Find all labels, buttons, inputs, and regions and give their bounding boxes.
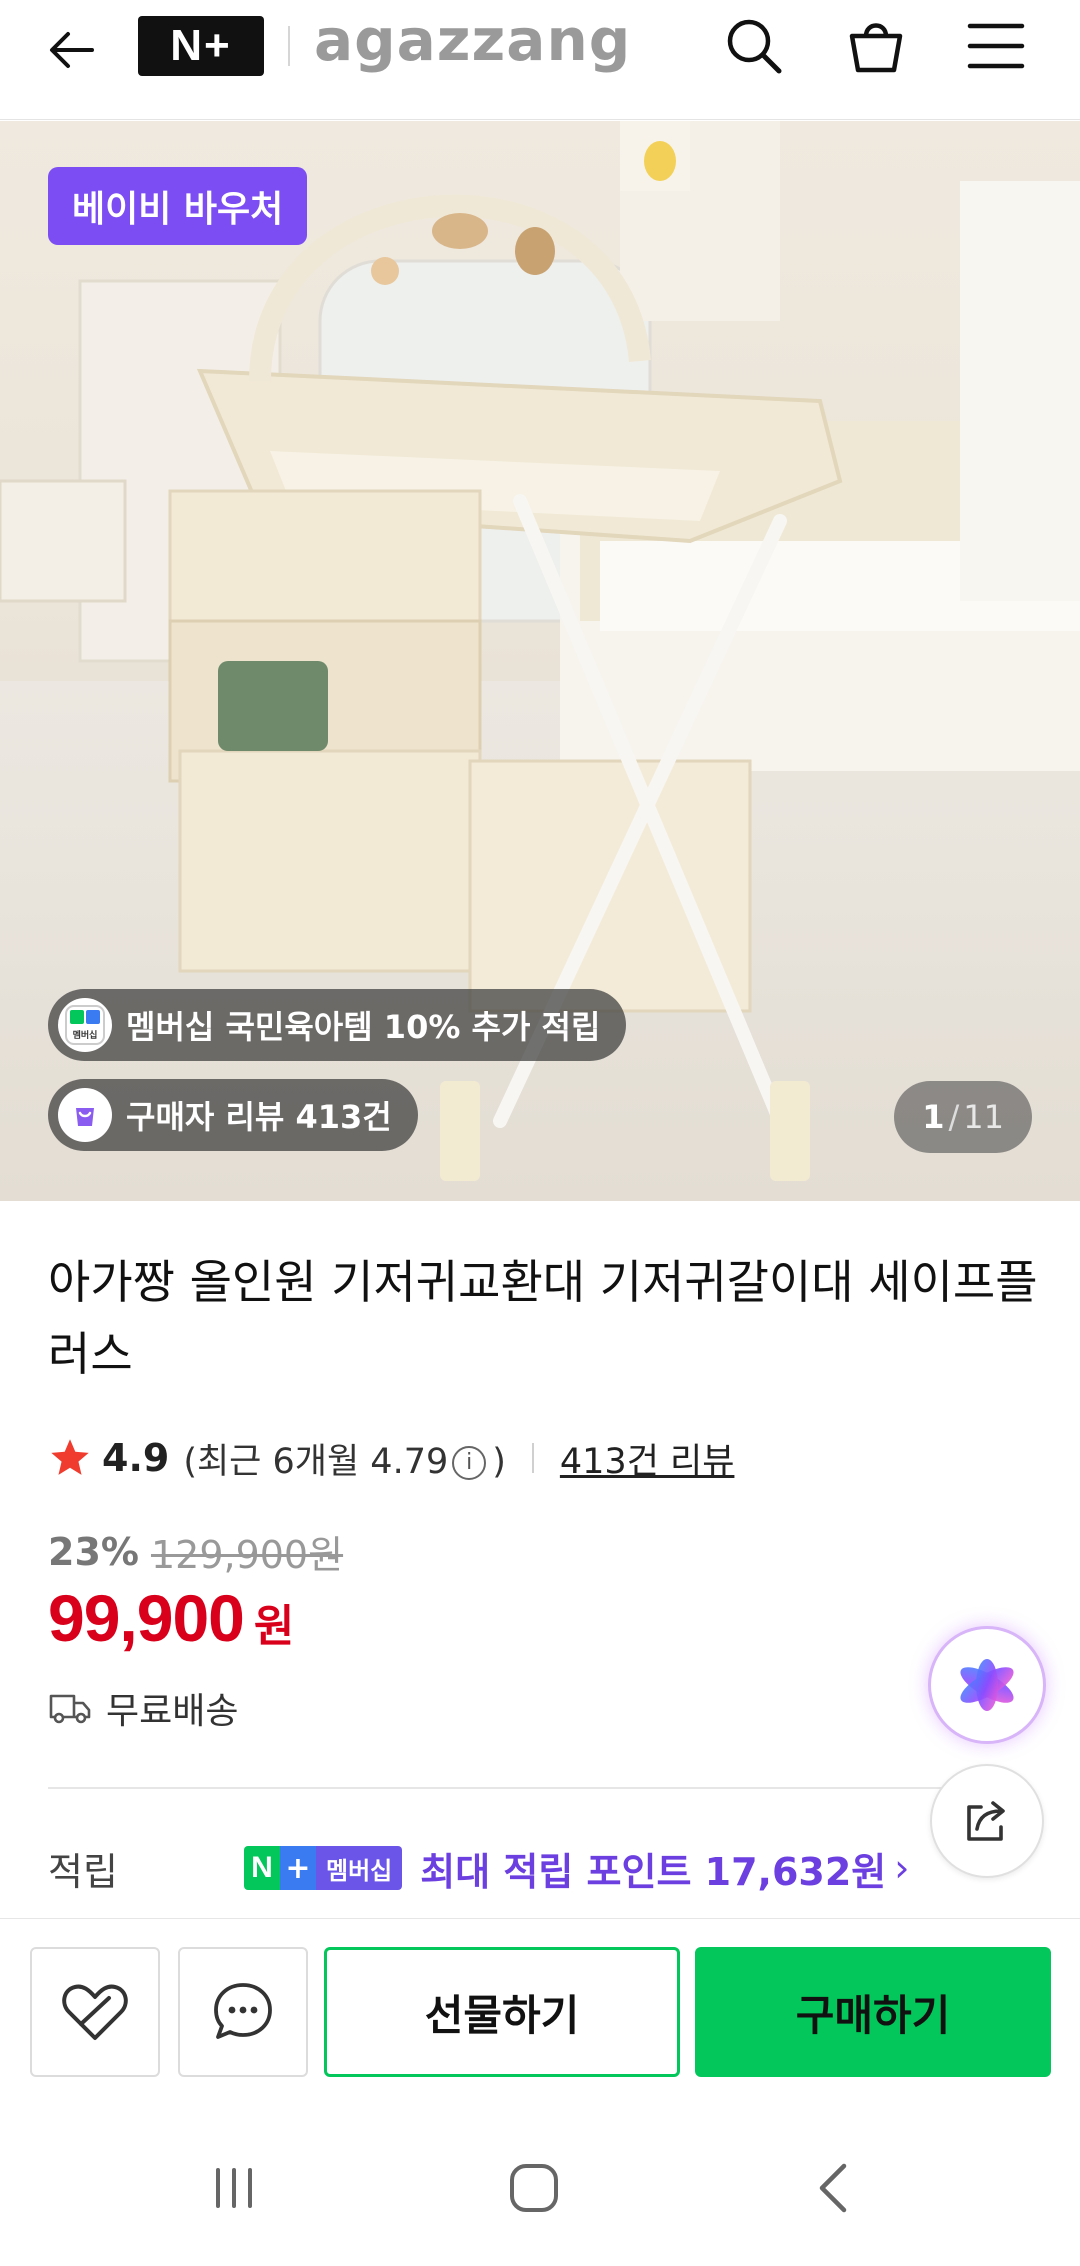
membership-icon: 멤버십 [58, 998, 112, 1052]
cart-button[interactable] [840, 10, 912, 82]
membership-points-pill[interactable]: 멤버십 멤버십 국민육아템 10% 추가 적립 [48, 989, 627, 1061]
bottom-action-bar: 선물하기 구매하기 [0, 1918, 1080, 2100]
search-icon [727, 19, 782, 74]
recent-apps-button[interactable] [194, 2148, 274, 2228]
star-icon [51, 1439, 89, 1475]
product-image-carousel[interactable]: 베이비 바우처 멤버십 멤버십 국민육아템 10% 추가 적립 구매자 리뷰 4… [0, 121, 1080, 1201]
system-navigation-bar [0, 2100, 1080, 2266]
svg-text:멤버십: 멤버십 [73, 1029, 98, 1041]
chat-inquiry-button[interactable] [178, 1947, 308, 2077]
top-header: N+ agazzang [0, 0, 1080, 120]
system-back-button[interactable] [796, 2148, 876, 2228]
sale-price: 99,900 원 [48, 1580, 294, 1656]
rating-score: 4.9 [102, 1436, 170, 1480]
chevron-right-icon: › [894, 1846, 910, 1890]
share-button[interactable] [930, 1764, 1044, 1878]
info-icon[interactable]: i [452, 1445, 487, 1480]
search-button[interactable] [718, 10, 790, 82]
baby-voucher-badge: 베이비 바우처 [48, 167, 308, 245]
home-icon [510, 2164, 558, 2212]
review-count-link[interactable]: 413건 리뷰 [560, 1433, 735, 1484]
points-row[interactable]: 적립 N + 멤버십 최대 적립 포인트 17,632원 › [48, 1836, 1048, 1900]
brand-logo[interactable]: agazzang [314, 6, 631, 74]
original-price: 129,900원 [150, 1533, 344, 1577]
price-value: 99,900 [48, 1581, 245, 1655]
home-button[interactable] [494, 2148, 574, 2228]
section-divider [48, 1787, 1032, 1789]
share-icon [967, 1801, 1005, 1841]
discount-row: 23% 129,900원 [48, 1524, 343, 1579]
naver-plus-membership-badge: N + 멤버십 [244, 1846, 403, 1890]
logo-divider [288, 26, 290, 66]
naver-plus-logo[interactable]: N+ [138, 16, 264, 76]
membership-pill-text: 멤버십 국민육아템 10% 추가 적립 [126, 1008, 601, 1046]
shipping-info: 무료배송 [48, 1680, 238, 1736]
back-arrow-icon [50, 32, 94, 68]
heart-icon [62, 1984, 128, 2040]
review-pill-text: 구매자 리뷰 413건 [126, 1098, 392, 1136]
recent-rating: (최근 6개월 4.79 i) [183, 1441, 506, 1482]
max-points-text: 최대 적립 포인트 17,632원 [420, 1849, 887, 1894]
shipping-text: 무료배송 [106, 1691, 239, 1732]
price-unit: 원 [253, 1601, 295, 1652]
recent-apps-icon [216, 2168, 252, 2208]
image-counter: 1 / 11 [894, 1081, 1032, 1153]
cart-icon [849, 23, 903, 73]
gift-button[interactable]: 선물하기 [324, 1947, 680, 2077]
review-icon [58, 1088, 112, 1142]
buy-button[interactable]: 구매하기 [695, 1947, 1051, 2077]
points-label: 적립 [48, 1849, 118, 1894]
menu-button[interactable] [960, 10, 1032, 82]
chat-bubble-icon [214, 1983, 272, 2039]
wishlist-button[interactable] [30, 1947, 160, 2077]
ai-sparkle-icon [960, 1659, 1014, 1711]
rating-divider [531, 1443, 534, 1473]
truck-icon [49, 1694, 91, 1724]
discount-percent: 23% [48, 1529, 139, 1574]
menu-icon [967, 23, 1025, 69]
chevron-left-icon [819, 2163, 847, 2213]
ai-assistant-button[interactable] [928, 1626, 1046, 1744]
product-title: 아가짱 올인원 기저귀교환대 기저귀갈이대 세이프플러스 [48, 1255, 1038, 1381]
buyer-review-pill[interactable]: 구매자 리뷰 413건 [48, 1079, 418, 1151]
rating-row: 4.9 (최근 6개월 4.79 i) 413건 리뷰 [48, 1428, 734, 1488]
back-button[interactable] [40, 18, 104, 82]
